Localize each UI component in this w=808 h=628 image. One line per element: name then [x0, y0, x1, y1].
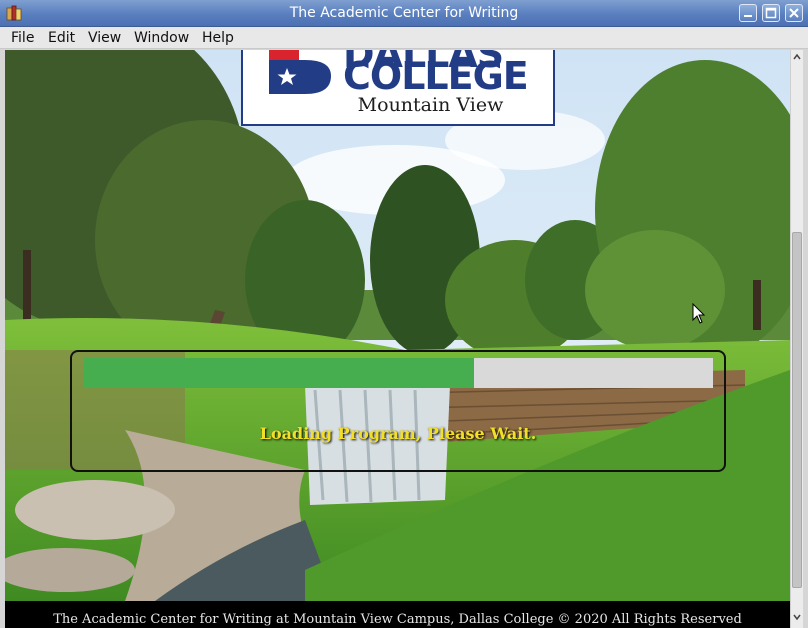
logo-line-college: COLLEGE [343, 54, 529, 98]
logo-subtitle: Mountain View [357, 94, 504, 116]
window-border [803, 50, 808, 628]
window-title: The Academic Center for Writing [289, 5, 519, 21]
minimize-icon [744, 15, 752, 17]
progress-bar [84, 358, 713, 388]
title-bar[interactable]: The Academic Center for Writing [0, 0, 808, 27]
scroll-down-arrow-icon[interactable] [791, 610, 803, 624]
close-icon [789, 8, 799, 18]
menu-window[interactable]: Window [132, 27, 191, 49]
scrollbar-thumb[interactable] [792, 232, 802, 588]
minimize-button[interactable] [739, 4, 757, 22]
scroll-up-arrow-icon[interactable] [791, 50, 803, 64]
dallas-college-logo-mark [269, 50, 331, 94]
dallas-college-logo: DALLAS COLLEGE Mountain View [241, 50, 555, 126]
mouse-pointer-icon [692, 303, 706, 324]
menu-edit[interactable]: Edit [46, 27, 77, 49]
menu-view[interactable]: View [86, 27, 123, 49]
menu-help[interactable]: Help [200, 27, 236, 49]
maximize-icon [765, 7, 777, 19]
loading-panel: Loading Program, Please Wait. [70, 350, 726, 472]
menu-file[interactable]: File [9, 27, 36, 49]
menu-bar: File Edit View Window Help [0, 27, 808, 49]
background-landscape-image [5, 50, 790, 601]
footer-bar: The Academic Center for Writing at Mount… [5, 601, 790, 628]
progress-bar-fill [84, 358, 474, 388]
close-button[interactable] [785, 4, 803, 22]
loading-message: Loading Program, Please Wait. [259, 424, 537, 443]
vertical-scrollbar[interactable] [790, 50, 803, 628]
splash-content: DALLAS COLLEGE Mountain View Loading Pro… [5, 50, 790, 601]
maximize-button[interactable] [762, 4, 780, 22]
footer-copyright: The Academic Center for Writing at Mount… [53, 612, 742, 627]
